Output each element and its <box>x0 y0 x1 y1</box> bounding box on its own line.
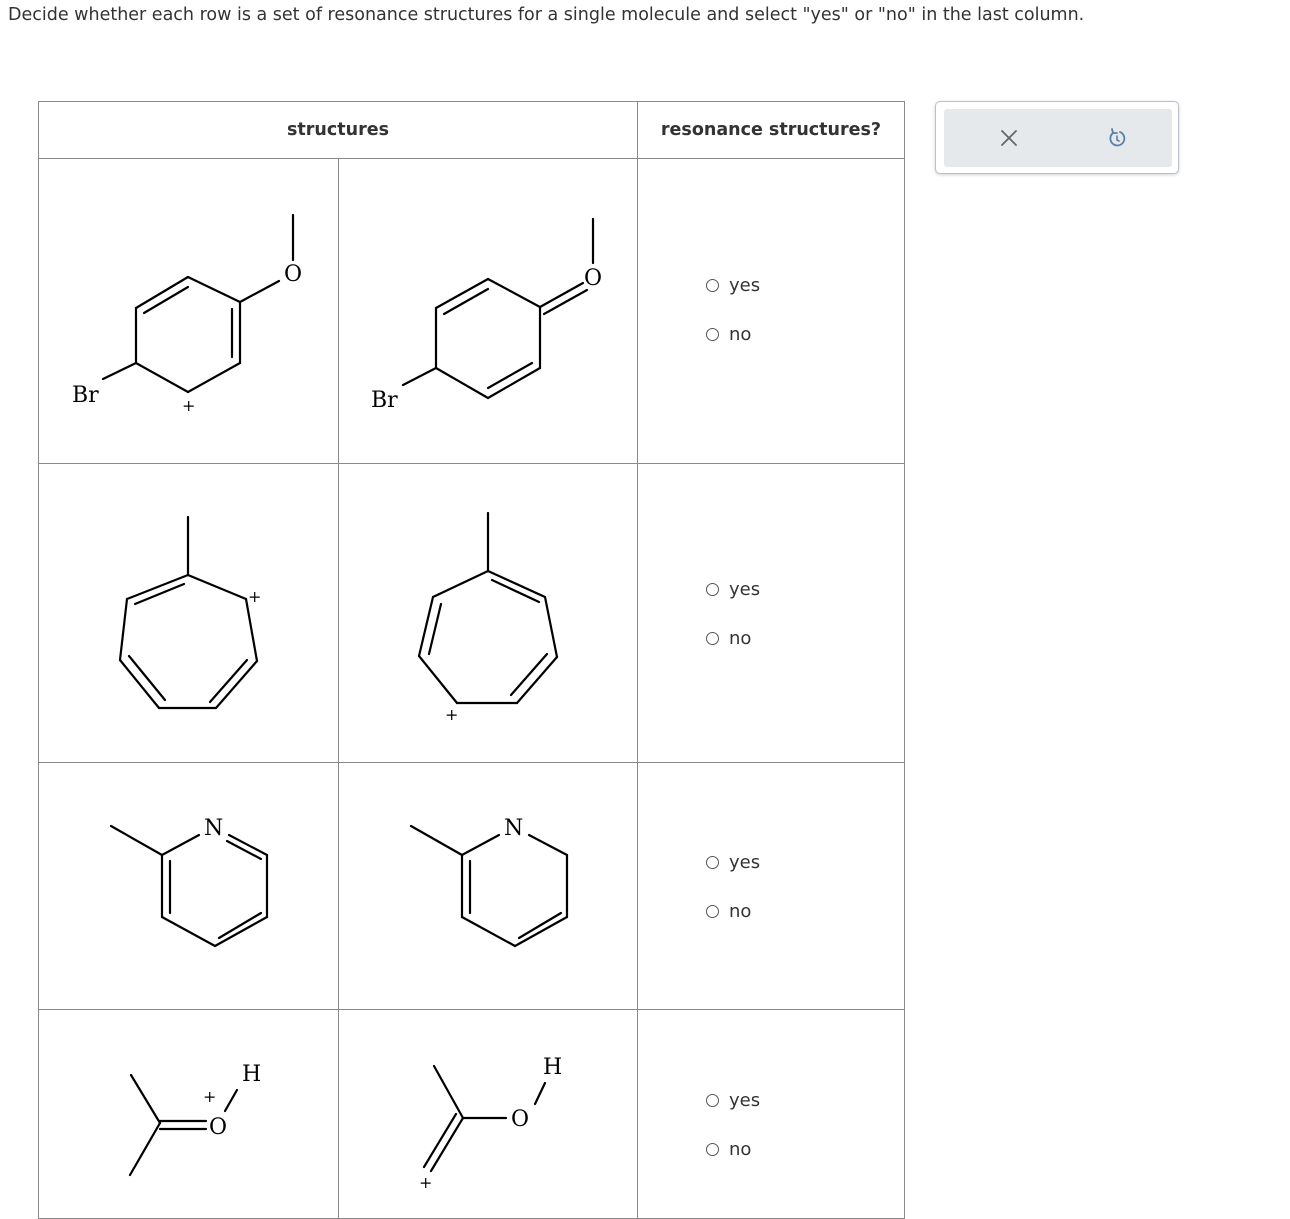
structure-cell: N <box>38 762 339 1010</box>
answer-cell: yes no <box>637 1009 905 1219</box>
no-radio[interactable] <box>706 1142 719 1156</box>
atom-label: N <box>504 816 523 841</box>
header-row: structures resonance structures? <box>38 101 905 159</box>
charge-label: + <box>445 705 458 724</box>
structure-cell: N <box>337 762 638 1010</box>
structures-header: structures <box>38 101 638 159</box>
toolbar-panel <box>944 109 1172 167</box>
yes-radio[interactable] <box>706 1093 719 1107</box>
molecule-drawing: + <box>417 511 558 724</box>
yes-option[interactable]: yes <box>706 850 760 874</box>
molecule-drawing: Br O <box>371 217 602 413</box>
clear-button[interactable] <box>994 123 1024 153</box>
charge-label: + <box>203 1087 216 1106</box>
table-row: Br O + Br O yes no <box>38 158 905 464</box>
answer-cell: yes no <box>637 762 905 1010</box>
atom-label: N <box>204 816 223 841</box>
atom-label: H <box>543 1055 562 1080</box>
atom-label: O <box>511 1107 529 1132</box>
no-label: no <box>729 323 752 345</box>
no-option[interactable]: no <box>706 899 760 923</box>
structure-cell: + <box>38 463 339 763</box>
no-label: no <box>729 627 752 649</box>
instructions: Decide whether each row is a set of reso… <box>8 5 1085 25</box>
answer-radio-group: yes no <box>706 1088 760 1186</box>
yes-label: yes <box>729 851 761 873</box>
yes-option[interactable]: yes <box>706 273 760 297</box>
answer-cell: yes no <box>637 463 905 763</box>
no-label: no <box>729 1138 752 1160</box>
molecule-drawing: N <box>409 816 568 948</box>
structure-cell: H + O <box>38 1009 339 1219</box>
molecule-drawing: N <box>109 816 269 948</box>
yes-option[interactable]: yes <box>706 577 760 601</box>
undo-icon <box>1109 128 1126 147</box>
close-icon <box>1001 130 1017 146</box>
no-radio[interactable] <box>706 327 719 341</box>
yes-radio[interactable] <box>706 278 719 292</box>
atom-label: Br <box>72 383 99 408</box>
answer-toolbar <box>935 101 1179 174</box>
molecule-drawing: Br O + <box>72 213 302 415</box>
no-radio[interactable] <box>706 631 719 645</box>
charge-label: + <box>248 587 261 606</box>
atom-label: H <box>242 1062 261 1087</box>
answer-radio-group: yes no <box>706 850 760 948</box>
resonance-table: structures resonance structures? Br O + … <box>38 101 905 1219</box>
resonance-header: resonance structures? <box>637 101 905 159</box>
charge-label: + <box>419 1173 432 1192</box>
undo-button[interactable] <box>1102 123 1132 153</box>
atom-label: O <box>284 262 302 287</box>
no-option[interactable]: no <box>706 322 760 346</box>
molecule-drawing: H + O <box>128 1062 261 1177</box>
atom-label: Br <box>371 388 398 413</box>
molecule-drawing: H O + <box>419 1055 562 1192</box>
table-row: H + O H O + yes no <box>38 1009 905 1219</box>
structure-cell: Br O + <box>38 158 339 464</box>
answer-radio-group: yes no <box>706 273 760 371</box>
molecule-drawing: + <box>118 515 261 710</box>
answer-radio-group: yes no <box>706 577 760 675</box>
no-radio[interactable] <box>706 904 719 918</box>
structure-cell: Br O <box>337 158 638 464</box>
table-row: N N yes no <box>38 762 905 1010</box>
no-option[interactable]: no <box>706 626 760 650</box>
table-row: + + yes no <box>38 463 905 763</box>
atom-label: O <box>584 266 602 291</box>
answer-cell: yes no <box>637 158 905 464</box>
yes-radio[interactable] <box>706 855 719 869</box>
yes-label: yes <box>729 1089 761 1111</box>
yes-radio[interactable] <box>706 582 719 596</box>
atom-label: O <box>209 1115 227 1140</box>
structure-cell: + <box>337 463 638 763</box>
yes-option[interactable]: yes <box>706 1088 760 1112</box>
charge-label: + <box>182 396 195 415</box>
yes-label: yes <box>729 274 761 296</box>
structure-cell: H O + <box>337 1009 638 1219</box>
no-option[interactable]: no <box>706 1137 760 1161</box>
yes-label: yes <box>729 578 761 600</box>
no-label: no <box>729 900 752 922</box>
